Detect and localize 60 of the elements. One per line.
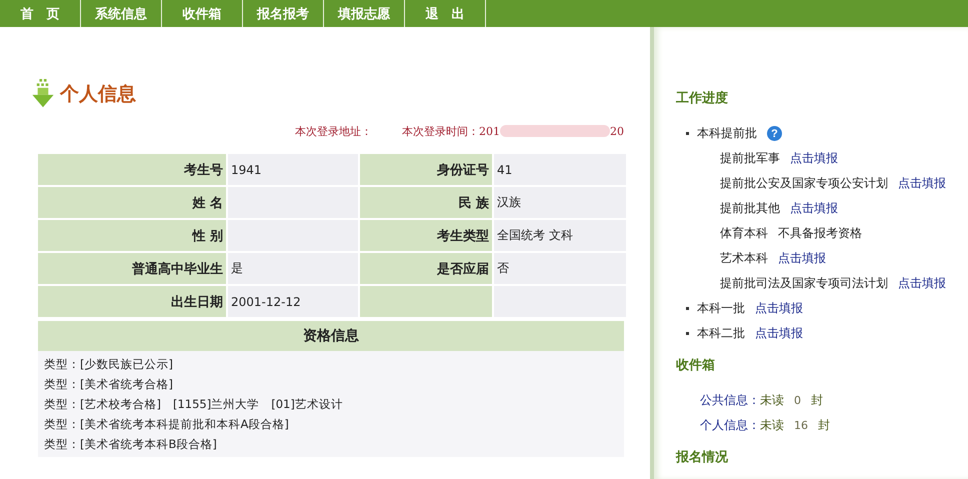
unit-text: 封 [818,417,830,434]
field-label-cell: 是否应届 [360,253,492,284]
batch-label: 艺术本科 [720,250,768,267]
section-heading: 报名情况 [676,449,729,466]
batch-label: 提前批军事 [720,150,780,167]
qualification-line: 类型：[美术省统考本科提前批和本科A段合格] [44,416,290,433]
batch-label: 本科一批 [697,300,745,317]
read-state-text: 未读 [760,417,784,434]
field-value-cell: 1941 [228,154,358,185]
login-address-label: 本次登录地址： [295,124,372,138]
field-label-cell: 考生号 [38,154,226,185]
status-text: 不具备报考资格 [778,225,862,242]
help-icon[interactable]: ? [767,126,782,141]
unread-count: 16 [794,419,808,432]
field-label-cell: 民 族 [360,187,492,218]
field-value-cell: 41 [494,154,626,185]
inbox-link[interactable]: 个人信息： [700,417,760,434]
unit-text: 封 [811,392,823,409]
field-value-cell: 是 [228,253,358,284]
field-label-cell: 出生日期 [38,286,226,317]
bullet-icon [686,132,689,135]
batch-label: 提前批司法及国家专项司法计划 [720,275,888,292]
inbox-link[interactable]: 公共信息： [700,392,760,409]
batch-label: 本科提前批 [697,125,757,142]
batch-label: 提前批公安及国家专项公安计划 [720,175,888,192]
field-value-cell: 2001-12-12 [228,286,358,317]
bullet-icon [686,307,689,310]
read-state-text: 未读 [760,392,784,409]
batch-label: 本科二批 [697,325,745,342]
fill-in-link[interactable]: 点击填报 [790,200,838,217]
field-value-cell: 否 [494,253,626,284]
qualification-line: 类型：[美术省统考合格] [44,376,174,393]
field-value-cell: 汉族 [494,187,626,218]
page-title: 个人信息 [60,82,136,107]
login-time-value: 20 [610,124,624,138]
field-label-cell: 姓 名 [38,187,226,218]
unread-count: 0 [794,394,801,407]
qualification-line: 类型：[艺术校考合格] [1155]兰州大学 [01]艺术设计 [44,396,344,413]
qualification-line: 类型：[少数民族已公示] [44,356,174,373]
batch-label: 提前批其他 [720,200,780,217]
batch-label: 体育本科 [720,225,768,242]
bullet-icon [686,332,689,335]
fill-in-link[interactable]: 点击填报 [898,175,946,192]
fill-in-link[interactable]: 点击填报 [778,250,826,267]
section-header: 资格信息 [38,321,624,351]
fill-in-link[interactable]: 点击填报 [898,275,946,292]
field-value-cell: 全国统考 文科 [494,220,626,251]
login-time-value: 201 [479,124,500,138]
fill-in-link[interactable]: 点击填报 [790,150,838,167]
field-label-cell: 普通高中毕业生 [38,253,226,284]
section-heading: 工作进度 [676,90,729,107]
fill-in-link[interactable]: 点击填报 [755,325,803,342]
download-arrow-icon [32,79,54,109]
fill-in-link[interactable]: 点击填报 [755,300,803,317]
section-heading: 收件箱 [676,357,716,374]
field-label-cell: 考生类型 [360,220,492,251]
field-label-cell: 身份证号 [360,154,492,185]
field-label-cell: 性 别 [38,220,226,251]
qualification-line: 类型：[美术省统考本科B段合格] [44,436,218,453]
login-time-label: 本次登录时间： [402,124,479,138]
